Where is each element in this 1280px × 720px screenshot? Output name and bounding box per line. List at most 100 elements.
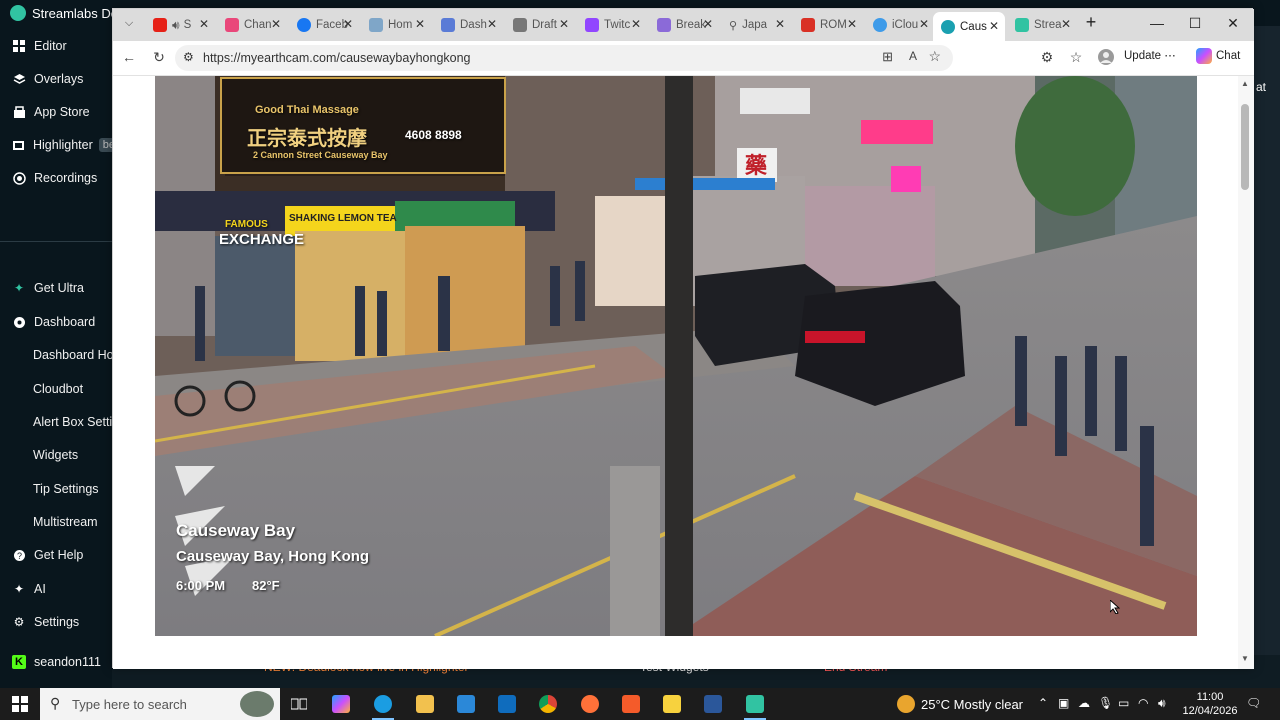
sidebar-item-highlighter[interactable]: Highlighter be <box>0 130 112 160</box>
sidebar-item-overlays[interactable]: Overlays <box>0 64 112 94</box>
favorites-icon[interactable]: ☆ <box>1066 49 1086 66</box>
tab-close-icon[interactable]: ✕ <box>415 17 425 31</box>
copilot-chat-button[interactable]: Chat <box>1196 48 1240 64</box>
app-orange-icon[interactable] <box>616 692 646 716</box>
favorite-star-icon[interactable]: ☆ <box>928 48 941 65</box>
refresh-icon[interactable]: ↻ <box>149 49 169 66</box>
beta-badge: be <box>98 138 112 152</box>
tab-channel[interactable]: Chan ✕ <box>217 13 287 37</box>
scroll-up-icon[interactable]: ▲ <box>1241 79 1249 88</box>
tab-youtube[interactable]: 🔊︎ S ✕ <box>145 13 215 37</box>
file-explorer-icon[interactable] <box>410 692 440 716</box>
tab-close-icon[interactable]: ✕ <box>775 17 785 31</box>
weather-widget[interactable]: 25°C Mostly clear <box>897 688 1023 720</box>
tray-chevron-icon[interactable]: ⌃ <box>1038 696 1048 710</box>
outlook-icon[interactable] <box>492 692 522 716</box>
streamlabs-edge-text: at <box>1256 80 1267 94</box>
scrollbar-thumb[interactable] <box>1241 104 1249 190</box>
back-arrow-icon[interactable]: ← <box>119 49 139 65</box>
tab-causeway-active[interactable]: Caus ✕ <box>933 12 1005 41</box>
tab-dashboard[interactable]: Dash ✕ <box>433 13 503 37</box>
tab-title: Japa <box>742 19 767 31</box>
sidebar-item-recordings[interactable]: Recordings <box>0 163 112 193</box>
profile-avatar-icon[interactable] <box>1096 49 1116 68</box>
tab-actions-chevron-icon[interactable]: ⌵ <box>119 17 139 30</box>
tab-icloud[interactable]: iClou ✕ <box>865 13 935 37</box>
sidebar-item-app-store[interactable]: App Store <box>0 97 112 127</box>
tab-close-icon[interactable]: ✕ <box>271 17 281 31</box>
sidebar-item-label: Get Help <box>34 548 84 562</box>
sidebar-item-label: Get Ultra <box>34 281 85 295</box>
maximize-icon[interactable]: ☐ <box>1180 15 1210 32</box>
store-icon[interactable] <box>451 692 481 716</box>
firefox-icon[interactable] <box>575 692 605 716</box>
search-highlight-bird-icon <box>240 691 274 717</box>
sidebar-item-ai[interactable]: ✦ AI <box>0 574 112 604</box>
battery-icon[interactable]: ▭ <box>1118 696 1129 710</box>
scroll-down-icon[interactable]: ▼ <box>1241 654 1249 663</box>
page-content: Good Thai Massage 正宗泰式按摩 2 Cannon Street… <box>113 76 1238 669</box>
word-icon[interactable] <box>698 692 728 716</box>
more-dots-icon[interactable]: ⋯ <box>1164 50 1176 62</box>
update-button[interactable]: Update ⋯ <box>1124 48 1176 62</box>
sidebar-item-get-ultra[interactable]: ✦ Get Ultra <box>0 273 112 303</box>
volume-icon[interactable]: 🔊︎ <box>1158 696 1166 711</box>
tab-close-icon[interactable]: ✕ <box>559 17 569 31</box>
sidebar-item-settings[interactable]: ⚙ Settings <box>0 607 112 637</box>
sidebar-item-cloudbot[interactable]: Cloudbot <box>0 374 112 404</box>
tab-close-icon[interactable]: ✕ <box>199 17 209 31</box>
start-button[interactable] <box>0 688 40 720</box>
wifi-icon[interactable]: ◠ <box>1138 696 1148 710</box>
sidebar-item-editor[interactable]: Editor <box>0 31 112 61</box>
tray-app-icon[interactable]: ▣ <box>1058 696 1069 710</box>
webcam-video[interactable]: Good Thai Massage 正宗泰式按摩 2 Cannon Street… <box>155 76 1197 636</box>
sticky-notes-icon[interactable] <box>657 692 687 716</box>
tab-streamlabs[interactable]: Strea ✕ <box>1007 13 1077 37</box>
gear-icon: ⚙ <box>13 615 25 629</box>
sidebar-item-dashboard-home[interactable]: Dashboard Hom <box>0 340 112 370</box>
new-tab-plus-icon[interactable]: + <box>1076 12 1106 33</box>
tab-draft[interactable]: Draft ✕ <box>505 13 575 37</box>
extensions-icon[interactable]: ⚙ <box>1037 49 1057 66</box>
tab-close-icon[interactable]: ✕ <box>847 17 857 31</box>
tab-close-icon[interactable]: ✕ <box>631 17 641 31</box>
tab-japan[interactable]: ⚲ Japa ✕ <box>721 13 791 37</box>
tab-break[interactable]: Break ✕ <box>649 13 719 37</box>
edge-browser-icon[interactable] <box>368 692 398 720</box>
taskbar-search-input[interactable]: ⚲ Type here to search <box>40 688 280 720</box>
clock-date: 12/04/2026 <box>1182 705 1238 717</box>
copilot-taskbar-icon[interactable] <box>326 692 356 716</box>
tab-close-icon[interactable]: ✕ <box>487 17 497 31</box>
site-info-icon[interactable]: ⚙ <box>183 50 194 64</box>
taskbar-clock[interactable]: 11:00 12/04/2026 <box>1180 690 1240 718</box>
onedrive-icon[interactable]: ☁ <box>1078 696 1090 710</box>
tab-close-icon[interactable]: ✕ <box>343 17 353 31</box>
sidebar-item-alert-box[interactable]: Alert Box Settin <box>0 407 112 437</box>
read-aloud-icon[interactable]: A <box>909 49 917 63</box>
tab-close-icon[interactable]: ✕ <box>703 17 713 31</box>
close-window-icon[interactable]: ✕ <box>1218 15 1248 32</box>
tab-close-icon[interactable]: ✕ <box>919 17 929 31</box>
speaker-icon[interactable]: 🔊︎ <box>172 18 180 33</box>
streamlabs-taskbar-icon[interactable] <box>740 692 770 720</box>
tab-facebook[interactable]: Faceb ✕ <box>289 13 359 37</box>
task-view-icon[interactable] <box>284 692 314 716</box>
tab-close-icon[interactable]: ✕ <box>989 19 999 33</box>
chrome-icon[interactable] <box>533 692 563 716</box>
sidebar-item-dashboard[interactable]: Dashboard <box>0 307 112 337</box>
twitch-icon <box>585 18 599 32</box>
address-bar[interactable]: ⚙ https://myearthcam.com/causewaybayhong… <box>175 45 953 71</box>
microphone-icon[interactable]: 🎙︎ <box>1098 696 1113 710</box>
tab-twitch[interactable]: Twitc ✕ <box>577 13 647 37</box>
sidebar-item-widgets[interactable]: Widgets <box>0 440 112 470</box>
sidebar-item-account[interactable]: K seandon111 <box>0 647 112 677</box>
tab-home[interactable]: Hom ✕ <box>361 13 431 37</box>
sidebar-item-tip-settings[interactable]: Tip Settings <box>0 474 112 504</box>
notifications-icon[interactable]: 🗨︎ <box>1246 696 1261 710</box>
sidebar-item-get-help[interactable]: ? Get Help <box>0 540 112 570</box>
tab-gmail[interactable]: ROM ✕ <box>793 13 863 37</box>
minimize-icon[interactable]: — <box>1142 15 1172 31</box>
app-available-icon[interactable]: ⊞ <box>882 49 893 65</box>
sidebar-item-multistream[interactable]: Multistream <box>0 507 112 537</box>
tab-close-icon[interactable]: ✕ <box>1061 17 1071 31</box>
